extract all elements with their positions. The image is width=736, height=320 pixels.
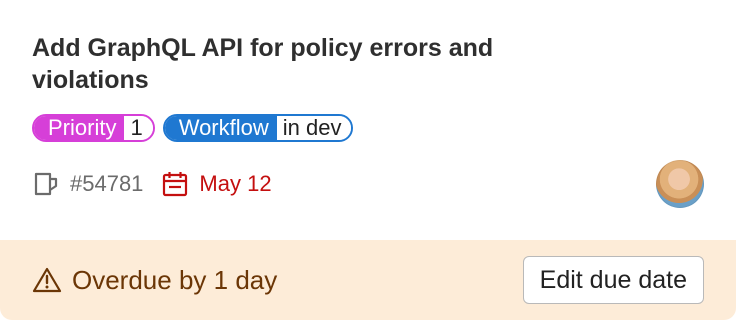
label-key: Workflow: [164, 116, 277, 140]
overdue-banner: Overdue by 1 day Edit due date: [0, 240, 736, 320]
label-key: Priority: [34, 116, 125, 140]
issue-card: Add GraphQL API for policy errors and vi…: [0, 0, 736, 320]
issue-due-date: May 12: [161, 170, 272, 198]
issue-id: #54781: [70, 171, 144, 196]
label-value: in dev: [276, 116, 352, 140]
overdue-text: Overdue by 1 day: [72, 264, 278, 295]
due-date-text: May 12: [199, 171, 272, 196]
issue-type-icon: [34, 172, 58, 196]
label-priority[interactable]: Priority 1: [32, 114, 155, 142]
warning-icon: [32, 267, 62, 293]
issue-labels: Priority 1 Workflow in dev: [32, 112, 704, 144]
issue-meta: #54781 May 12: [32, 158, 704, 210]
edit-due-date-button[interactable]: Edit due date: [522, 256, 704, 304]
calendar-icon: [163, 172, 188, 197]
issue-reference: #54781: [32, 170, 143, 198]
issue-body: Add GraphQL API for policy errors and vi…: [32, 32, 704, 144]
assignee-avatar[interactable]: [656, 160, 704, 208]
label-value: 1: [124, 116, 153, 140]
label-workflow[interactable]: Workflow in dev: [162, 114, 354, 142]
issue-title[interactable]: Add GraphQL API for policy errors and vi…: [32, 32, 592, 96]
